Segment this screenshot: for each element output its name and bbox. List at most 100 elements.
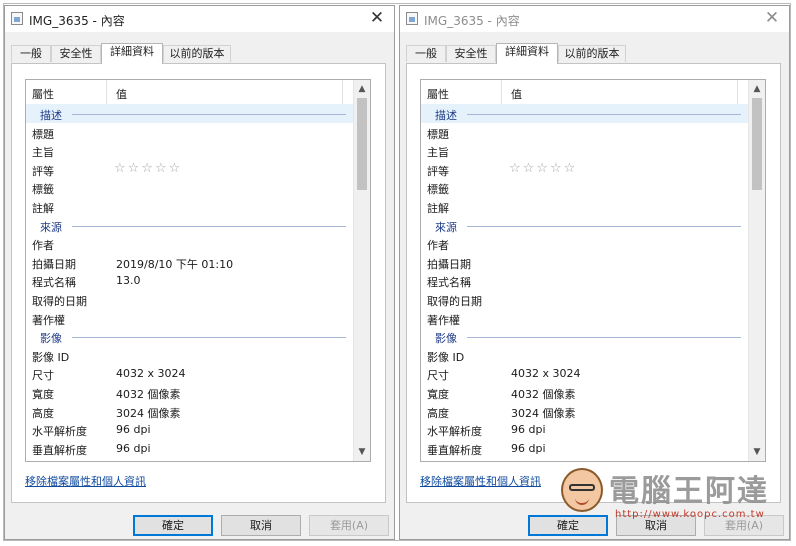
group-divider [72,114,346,115]
rating-stars-icon[interactable]: ☆☆☆☆☆ [509,161,577,176]
property-row[interactable]: 影像 ID [421,346,749,365]
property-row[interactable]: 作者 [26,234,354,253]
tab-general[interactable]: 一般 [11,45,51,62]
group-header[interactable]: 影像 [421,327,749,346]
group-header[interactable]: 描述 [26,104,354,123]
tab-general[interactable]: 一般 [406,45,446,62]
group-label: 來源 [40,220,62,234]
property-row[interactable]: 程式名稱 [421,271,749,290]
column-divider[interactable] [501,80,502,104]
property-row[interactable]: 標籤 [421,178,749,197]
property-row[interactable]: 評等 ☆☆☆☆☆ [421,160,749,179]
group-header[interactable]: 影像 [26,327,354,346]
cancel-button[interactable]: 取消 [221,515,301,536]
property-value: 96 dpi [511,441,546,455]
property-name: 影像 ID [32,350,70,364]
group-divider [72,225,346,227]
column-header-property[interactable]: 屬性 [32,86,54,102]
remove-properties-link[interactable]: 移除檔案屬性和個人資訊 [25,473,146,489]
title-bar[interactable]: IMG_3635 - 內容 ✕ [5,6,394,32]
property-row[interactable]: 水平解析度 96 dpi [26,420,354,439]
property-name: 垂直解析度 [427,443,482,457]
property-name: 主旨 [427,146,449,160]
scroll-down-icon[interactable]: ▼ [354,444,370,460]
property-row[interactable]: 標題 [26,123,354,142]
cancel-button[interactable]: 取消 [616,515,696,536]
apply-button[interactable]: 套用(A) [704,515,784,536]
column-header-value[interactable]: 值 [511,86,522,102]
remove-properties-link[interactable]: 移除檔案屬性和個人資訊 [420,473,541,489]
property-name: 標籤 [427,183,449,197]
column-divider[interactable] [106,80,107,104]
property-row[interactable]: 高度 3024 個像素 [421,402,749,421]
property-row[interactable]: 主旨 [26,141,354,160]
title-bar[interactable]: IMG_3635 - 內容 ✕ [400,6,789,32]
vertical-scrollbar[interactable]: ▲ ▼ [748,80,765,461]
group-header[interactable]: 來源 [421,216,749,235]
property-row[interactable]: 標籤 [26,178,354,197]
rating-stars-icon[interactable]: ☆☆☆☆☆ [114,161,182,176]
group-label: 描述 [435,109,457,122]
property-list[interactable]: 屬性 值 描述 標題主旨 評等 ☆☆☆☆☆ 標籤 註解來源作者 拍攝日期 程式名稱取得的日期著… [420,79,766,462]
tab-details[interactable]: 詳細資料 [496,43,558,64]
scroll-down-icon[interactable]: ▼ [749,444,765,460]
property-row[interactable]: 影像 ID [26,346,354,365]
property-row[interactable]: 取得的日期 [421,290,749,309]
property-row[interactable]: 著作權 [26,309,354,328]
property-row[interactable]: 評等 ☆☆☆☆☆ [26,160,354,179]
vertical-scrollbar[interactable]: ▲ ▼ [353,80,370,461]
property-row[interactable]: 垂直解析度 96 dpi [26,439,354,458]
column-header-value[interactable]: 值 [116,86,127,102]
property-name: 水平解析度 [32,425,87,439]
image-file-icon [11,12,23,25]
property-row[interactable]: 寬度 4032 個像素 [26,383,354,402]
group-label: 來源 [435,220,457,234]
ok-button[interactable]: 確定 [133,515,213,536]
property-row[interactable]: 標題 [421,123,749,142]
column-header-property[interactable]: 屬性 [427,86,449,102]
property-list[interactable]: 屬性 值 描述 標題 主旨 評等 ☆☆☆☆☆ 標籤 註解來源 作者 拍攝日期 2019/8/10 … [25,79,371,462]
group-header[interactable]: 描述 [421,104,749,123]
property-row[interactable]: 水平解析度 96 dpi [421,420,749,439]
property-row[interactable]: 拍攝日期 2019/8/10 下午 01:10 [26,253,354,272]
property-row[interactable]: 寬度 4032 個像素 [421,383,749,402]
ok-button[interactable]: 確定 [528,515,608,536]
group-header[interactable]: 來源 [26,216,354,235]
property-row[interactable]: 主旨 [421,141,749,160]
close-button[interactable]: ✕ [763,9,781,27]
scroll-thumb[interactable] [752,98,762,190]
property-row[interactable]: 高度 3024 個像素 [26,402,354,421]
tab-previous-versions[interactable]: 以前的版本 [558,45,626,62]
tab-security[interactable]: 安全性 [51,45,101,62]
property-row[interactable]: 垂直解析度 96 dpi [421,439,749,458]
properties-window-right: IMG_3635 - 內容 ✕ 一般 安全性 詳細資料 以前的版本 屬性 值 描… [399,5,790,540]
property-row[interactable]: 程式名稱 13.0 [26,271,354,290]
property-value: 96 dpi [511,423,546,437]
tab-previous-versions[interactable]: 以前的版本 [163,45,231,62]
tab-details[interactable]: 詳細資料 [101,43,163,64]
property-row[interactable]: 作者 [421,234,749,253]
column-divider[interactable] [342,80,343,104]
tab-security[interactable]: 安全性 [446,45,496,62]
property-name: 取得的日期 [427,294,482,308]
scroll-up-icon[interactable]: ▲ [354,81,370,97]
property-name: 作者 [427,239,449,253]
list-header: 屬性 值 [421,80,749,105]
apply-button[interactable]: 套用(A) [309,515,389,536]
property-row[interactable]: 著作權 [421,309,749,328]
property-name: 水平解析度 [427,425,482,439]
close-button[interactable]: ✕ [368,9,386,27]
property-row[interactable]: 拍攝日期 [421,253,749,272]
property-value: 4032 個像素 [116,387,181,401]
scroll-thumb[interactable] [357,98,367,190]
property-name: 取得的日期 [32,294,87,308]
property-row[interactable]: 註解 [421,197,749,216]
property-row[interactable]: 尺寸 4032 x 3024 [26,364,354,383]
property-row[interactable]: 註解 [26,197,354,216]
image-file-icon [406,12,418,25]
scroll-up-icon[interactable]: ▲ [749,81,765,97]
property-row[interactable]: 取得的日期 [26,290,354,309]
property-value: 3024 個像素 [116,406,181,420]
property-row[interactable]: 尺寸 4032 x 3024 [421,364,749,383]
column-divider[interactable] [737,80,738,104]
